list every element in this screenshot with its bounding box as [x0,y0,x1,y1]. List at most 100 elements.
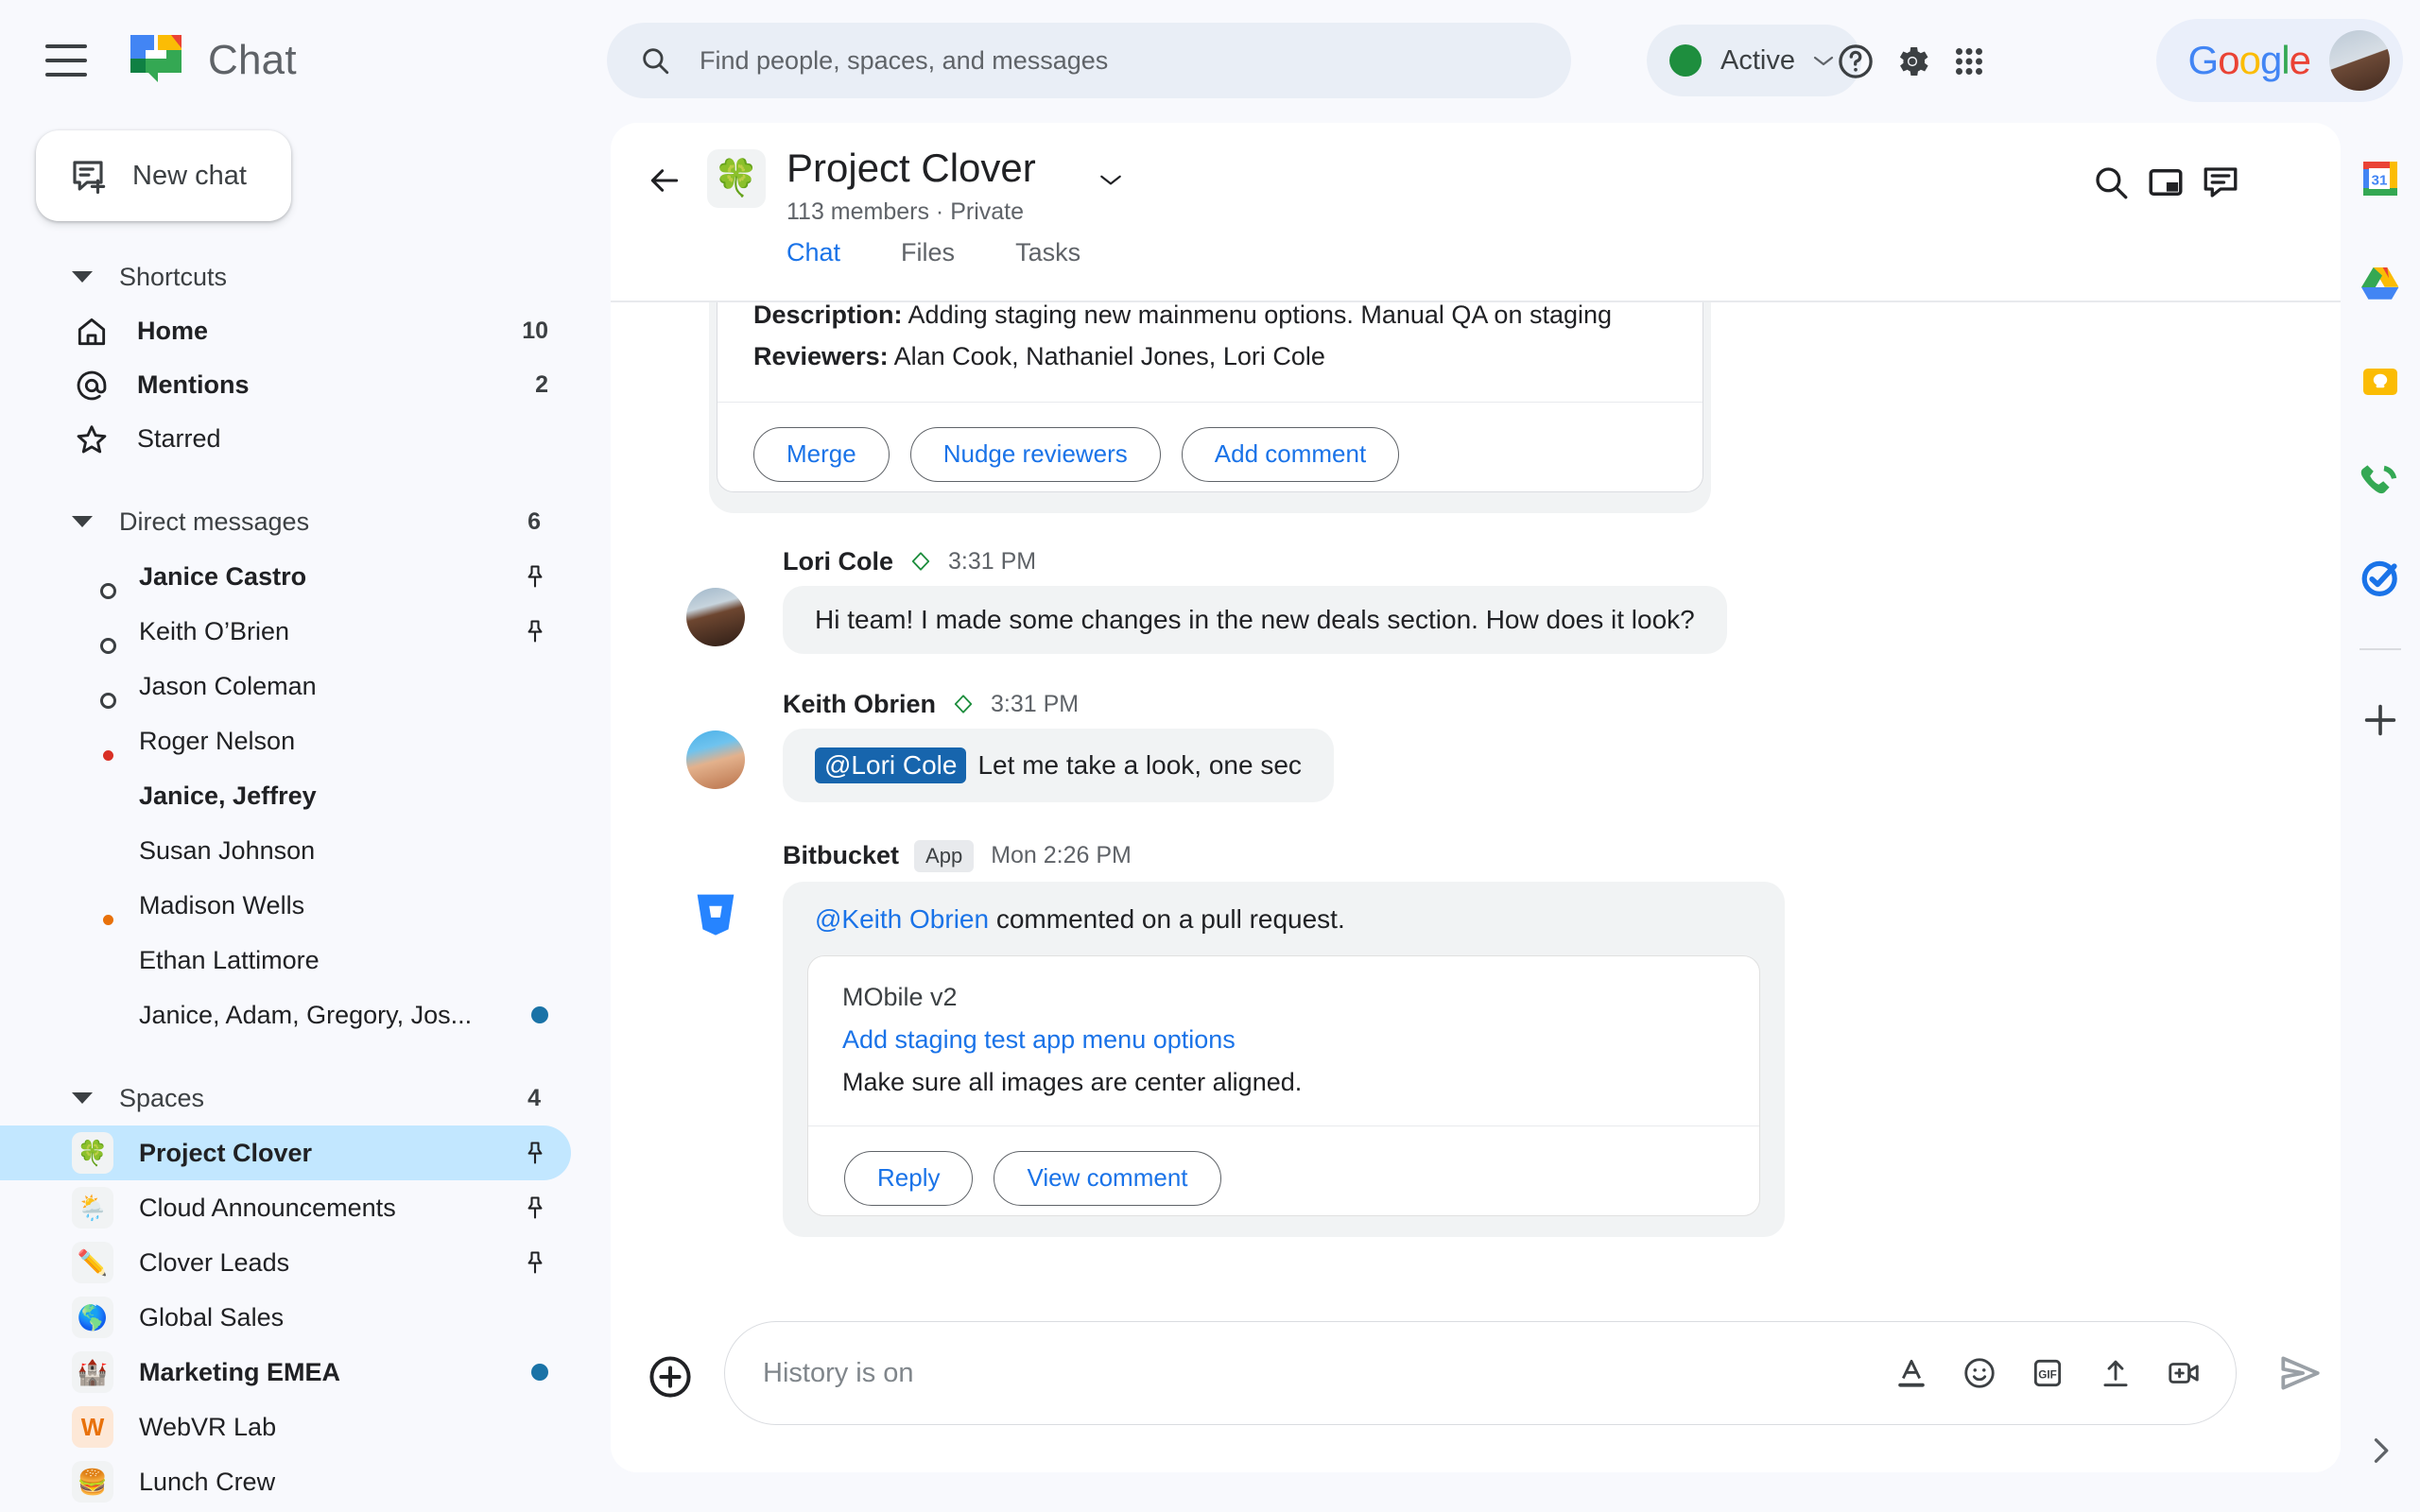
sidebar-item-starred[interactable]: Starred [0,412,605,466]
sidebar-item-label: Starred [137,424,221,454]
unread-dot [531,1006,548,1023]
add-icon[interactable] [647,1353,694,1400]
rail-item-calendar[interactable]: 31 [2341,123,2420,234]
pin-icon[interactable] [522,617,548,645]
tab-tasks[interactable]: Tasks [1015,238,1080,297]
search-icon[interactable] [2091,163,2131,202]
sidebar-section-direct-messages[interactable]: Direct messages 6 [0,494,605,549]
rail-item-drive[interactable] [2341,234,2420,333]
bitbucket-card-inner: MObile v2 Add staging test app menu opti… [807,955,1760,1216]
search-input[interactable] [700,46,1456,76]
sidebar-item-keith-obrien[interactable]: Keith O’Brien [0,604,605,659]
message-meta: Keith Obrien 3:31 PM [686,690,2341,719]
reply-button[interactable]: Reply [844,1151,973,1206]
mention-link[interactable]: @Keith Obrien [815,904,989,934]
pin-icon[interactable] [522,562,548,591]
hamburger-menu-icon[interactable] [45,44,87,77]
rail-item-keep[interactable] [2341,333,2420,431]
tab-files[interactable]: Files [901,238,955,297]
pull-request-card-body: Description: Adding staging new mainmenu… [717,302,1703,402]
apps-grid-icon[interactable] [1949,42,1989,81]
sidebar-item-webvr-lab[interactable]: W WebVR Lab [0,1400,605,1454]
sidebar-item-global-sales[interactable]: 🌎 Global Sales [0,1290,605,1345]
video-meeting-icon[interactable] [2166,1355,2202,1391]
sidebar-item-clover-leads[interactable]: ✏️ Clover Leads [0,1235,605,1290]
google-keep-icon[interactable] [2357,358,2404,405]
rail-item-voice[interactable] [2341,431,2420,529]
message-author[interactable]: Keith Obrien [783,690,936,719]
avatar[interactable] [686,730,745,789]
sidebar-item-project-clover[interactable]: 🍀 Project Clover [0,1125,571,1180]
message-text: Let me take a look, one sec [977,750,1301,781]
message-author[interactable]: Lori Cole [783,547,893,576]
rail-item-tasks[interactable] [2341,529,2420,627]
presence-status-button[interactable]: Active [1647,25,1861,96]
verified-diamond-icon [953,694,974,714]
avatar [72,939,113,981]
google-drive-icon[interactable] [2357,260,2404,307]
sidebar-item-ethan-lattimore[interactable]: Ethan Lattimore [0,933,605,988]
sidebar-item-label: Madison Wells [139,891,304,920]
pin-icon[interactable] [522,1194,548,1222]
merge-button[interactable]: Merge [753,427,890,482]
sidebar-item-home[interactable]: Home 10 [0,304,605,358]
sidebar-item-susan-johnson[interactable]: Susan Johnson [0,823,605,878]
message-input[interactable] [763,1358,1481,1389]
google-tasks-icon[interactable] [2357,555,2404,602]
mention-chip[interactable]: @Lori Cole [815,747,966,783]
sidebar-item-label: Lunch Crew [139,1468,275,1497]
sidebar-item-lunch-crew[interactable]: 🍔 Lunch Crew [0,1454,605,1509]
picture-in-picture-icon[interactable] [2146,163,2186,202]
message-timestamp: Mon 2:26 PM [991,842,1132,869]
view-comment-button[interactable]: View comment [994,1151,1220,1206]
message-body: Hi team! I made some changes in the new … [686,586,2341,654]
add-icon[interactable] [2357,696,2404,744]
upload-file-icon[interactable] [2098,1355,2134,1391]
sidebar-item-roger-nelson[interactable]: Roger Nelson [0,713,605,768]
conversation-icon[interactable] [2201,163,2240,202]
pr-description-text: Adding staging new mainmenu options. Man… [908,302,1612,329]
account-chip[interactable]: Google [2156,19,2403,102]
help-icon[interactable] [1836,42,1876,81]
back-arrow-icon[interactable] [645,163,684,198]
avatar[interactable] [686,588,745,646]
message-body: @Lori Cole Let me take a look, one sec [686,729,2341,802]
sidebar-item-mentions[interactable]: Mentions 2 [0,358,605,412]
pull-request-link[interactable]: Add staging test app menu options [842,1025,1725,1055]
sidebar-item-group-janice-adam-gregory[interactable]: Janice, Adam, Gregory, Jos... [0,988,605,1042]
avatar[interactable] [2329,30,2390,91]
pin-icon[interactable] [522,1139,548,1167]
new-chat-button[interactable]: New chat [36,130,291,221]
google-calendar-icon[interactable]: 31 [2357,155,2404,202]
status-label: Active [1720,45,1795,77]
message-input-wrapper[interactable]: GIF [724,1321,2237,1425]
space-emoji: 🍀 [72,1132,113,1174]
nudge-reviewers-button[interactable]: Nudge reviewers [910,427,1161,482]
rail-item-add-app[interactable] [2341,671,2420,769]
expand-panel-button[interactable] [2341,1434,2420,1472]
sidebar-item-janice-jeffrey[interactable]: Janice, Jeffrey [0,768,605,823]
sidebar-item-label: WebVR Lab [139,1413,276,1442]
sidebar-item-jason-coleman[interactable]: Jason Coleman [0,659,605,713]
google-voice-icon[interactable] [2357,456,2404,504]
sidebar-item-cloud-announcements[interactable]: 🌦️ Cloud Announcements [0,1180,605,1235]
add-comment-button[interactable]: Add comment [1182,427,1399,482]
gear-icon[interactable] [1893,42,1932,81]
tab-chat[interactable]: Chat [786,238,840,297]
gif-icon[interactable]: GIF [2030,1355,2066,1391]
send-icon[interactable] [2276,1349,2324,1397]
pin-icon[interactable] [522,1248,548,1277]
sidebar-item-marketing-emea[interactable]: 🏰 Marketing EMEA [0,1345,605,1400]
app-badge: App [914,840,974,872]
sidebar-item-madison-wells[interactable]: Madison Wells [0,878,605,933]
sidebar-section-spaces[interactable]: Spaces 4 [0,1071,605,1125]
unread-count: 10 [522,318,548,345]
global-search-box[interactable] [607,23,1571,98]
page-title[interactable]: Project Clover [786,146,1036,191]
format-text-icon[interactable] [1893,1355,1929,1391]
message-stream[interactable]: Description: Adding staging new mainmenu… [611,302,2341,1295]
emoji-icon[interactable] [1962,1355,1997,1391]
chevron-down-icon[interactable] [1098,172,1123,187]
sidebar-section-shortcuts[interactable]: Shortcuts [0,249,605,304]
sidebar-item-janice-castro[interactable]: Janice Castro [0,549,605,604]
